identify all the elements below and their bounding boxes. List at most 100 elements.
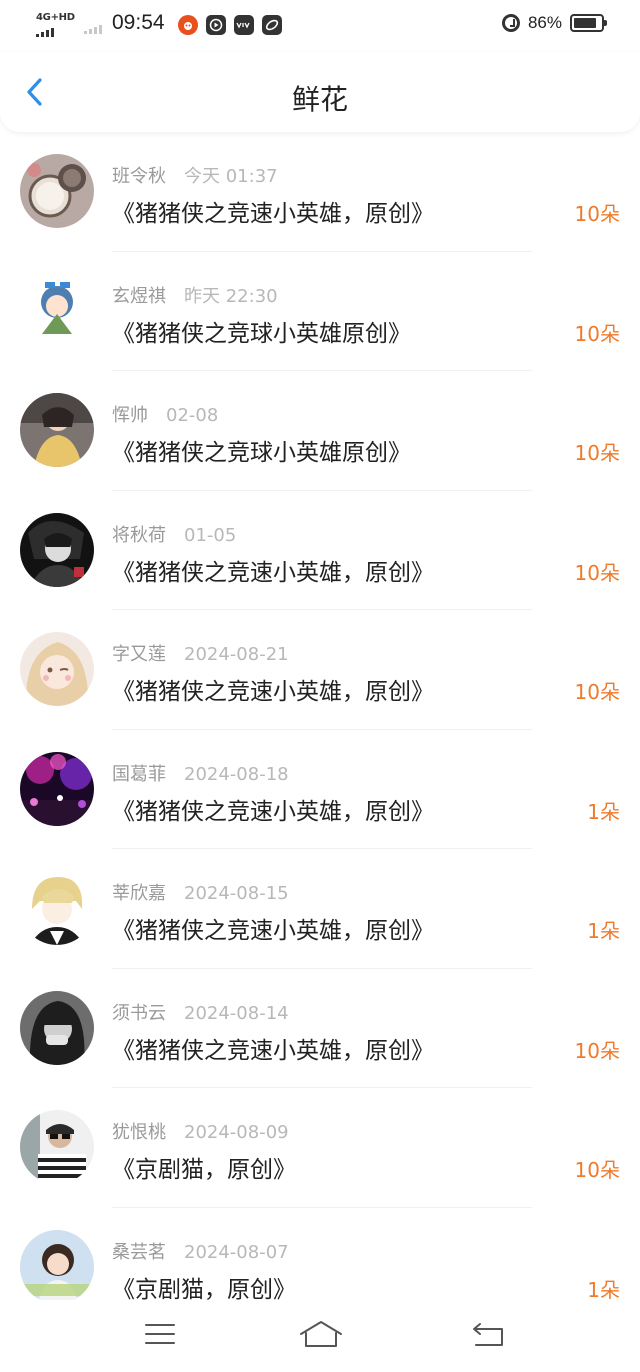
work-title[interactable]: 《猪猪侠之竞速小英雄，原创》 xyxy=(112,911,434,945)
avatar-image xyxy=(20,751,94,826)
list-item[interactable]: 班令秋 今天 01:37 《猪猪侠之竞速小英雄，原创》 10朵 xyxy=(0,132,640,252)
list-item[interactable]: 犹恨桃 2024-08-09 《京剧猫，原创》 10朵 xyxy=(0,1088,640,1208)
item-meta: 桑芸茗 2024-08-07 xyxy=(112,1238,289,1264)
flower-count: 10朵 xyxy=(574,202,620,226)
item-date: 2024-08-15 xyxy=(184,883,289,904)
avatar[interactable] xyxy=(20,871,94,945)
network-label: 4G+HD xyxy=(36,12,75,23)
avatar-image xyxy=(20,990,94,1065)
vivo-icon xyxy=(234,15,254,35)
flower-count: 10朵 xyxy=(574,321,620,346)
item-meta: 犹恨桃 2024-08-09 xyxy=(112,1118,289,1144)
work-title[interactable]: 《猪猪侠之竞球小英雄原创》 xyxy=(112,314,411,348)
item-date: 01-05 xyxy=(184,524,237,546)
item-date: 02-08 xyxy=(166,405,219,426)
status-time: 09:54 xyxy=(112,11,165,34)
notification-icons xyxy=(178,15,282,35)
user-name[interactable]: 莘欣嘉 xyxy=(112,883,166,904)
item-meta: 须书云 2024-08-14 xyxy=(112,999,289,1025)
item-meta: 玄煜祺 昨天 22:30 xyxy=(112,282,278,308)
avatar-image xyxy=(20,273,94,348)
page-title: 鲜花 xyxy=(291,83,348,116)
item-meta: 恽帅 02-08 xyxy=(112,401,218,427)
signal-2-icon xyxy=(84,24,102,34)
user-name[interactable]: 玄煜祺 xyxy=(112,286,166,307)
status-right: 86% xyxy=(501,13,607,33)
flower-list: 班令秋 今天 01:37 《猪猪侠之竞速小英雄，原创》 10朵 玄煜祺 昨天 22:30 《… xyxy=(0,132,640,1327)
work-title[interactable]: 《猪猪侠之竞速小英雄，原创》 xyxy=(112,553,434,587)
avatar[interactable] xyxy=(20,512,94,587)
flower-count: 10朵 xyxy=(574,560,620,585)
status-bar: 4G+HD 09:54 86% xyxy=(0,0,640,52)
menu-icon xyxy=(145,1324,175,1344)
alarm-icon xyxy=(501,14,520,32)
back-icon xyxy=(473,1323,503,1346)
user-name[interactable]: 国葛菲 xyxy=(112,764,166,785)
work-title[interactable]: 《猪猪侠之竞速小英雄，原创》 xyxy=(112,792,434,826)
list-item[interactable]: 须书云 2024-08-14 《猪猪侠之竞速小英雄，原创》 10朵 xyxy=(0,969,640,1088)
item-date: 2024-08-14 xyxy=(184,1002,289,1024)
item-meta: 字又莲 2024-08-21 xyxy=(112,640,289,666)
work-title[interactable]: 《京剧猫，原创》 xyxy=(112,1150,296,1184)
work-title[interactable]: 《猪猪侠之竞球小英雄原创》 xyxy=(112,433,411,467)
flower-count: 1朵 xyxy=(587,919,620,943)
user-name[interactable]: 桑芸茗 xyxy=(112,1242,166,1263)
avatar-image xyxy=(20,632,94,706)
flower-count: 10朵 xyxy=(574,680,620,704)
home-icon xyxy=(300,1321,342,1347)
item-meta: 将秋荷 01-05 xyxy=(112,521,236,547)
avatar[interactable] xyxy=(20,1110,94,1184)
list-item[interactable]: 莘欣嘉 2024-08-15 《猪猪侠之竞速小英雄，原创》 1朵 xyxy=(0,849,640,969)
battery-fill xyxy=(574,18,597,28)
avatar[interactable] xyxy=(20,154,94,228)
item-meta: 莘欣嘉 2024-08-15 xyxy=(112,879,289,905)
user-name[interactable]: 犹恨桃 xyxy=(112,1122,166,1143)
item-meta: 国葛菲 2024-08-18 xyxy=(112,760,289,786)
battery-percent: 86% xyxy=(527,13,562,32)
flower-count: 10朵 xyxy=(574,1158,620,1182)
work-title[interactable]: 《猪猪侠之竞速小英雄，原创》 xyxy=(112,1031,434,1065)
home-button[interactable] xyxy=(298,1316,344,1352)
user-name[interactable]: 字又莲 xyxy=(112,644,166,665)
battery-icon xyxy=(570,14,607,32)
system-back-button[interactable] xyxy=(470,1316,506,1352)
avatar[interactable] xyxy=(20,1229,94,1304)
network-indicator: 4G+HD xyxy=(36,12,76,37)
avatar-image xyxy=(20,512,94,587)
list-item[interactable]: 恽帅 02-08 《猪猪侠之竞球小英雄原创》 10朵 xyxy=(0,371,640,491)
flower-count: 1朵 xyxy=(587,799,620,824)
item-date: 今天 01:37 xyxy=(184,166,278,187)
avatar[interactable] xyxy=(20,393,94,467)
video-icon xyxy=(206,15,226,35)
list-item[interactable]: 将秋荷 01-05 《猪猪侠之竞速小英雄，原创》 10朵 xyxy=(0,491,640,610)
work-title[interactable]: 《猪猪侠之竞速小英雄，原创》 xyxy=(112,672,434,706)
work-title[interactable]: 《猪猪侠之竞速小英雄，原创》 xyxy=(112,194,434,228)
list-item[interactable]: 国葛菲 2024-08-18 《猪猪侠之竞速小英雄，原创》 1朵 xyxy=(0,730,640,849)
avatar[interactable] xyxy=(20,273,94,348)
flower-count: 1朵 xyxy=(587,1277,620,1302)
user-name[interactable]: 恽帅 xyxy=(112,405,148,426)
item-date: 2024-08-21 xyxy=(184,644,289,665)
avatar[interactable] xyxy=(20,632,94,706)
avatar-image xyxy=(20,393,94,467)
bottom-nav xyxy=(0,1300,640,1372)
item-date: 2024-08-18 xyxy=(184,763,289,785)
link-icon xyxy=(262,15,282,35)
avatar-image xyxy=(20,871,94,945)
avatar-image xyxy=(20,154,94,228)
avatar[interactable] xyxy=(20,751,94,826)
avatar[interactable] xyxy=(20,990,94,1065)
work-title[interactable]: 《京剧猫，原创》 xyxy=(112,1270,296,1304)
navbar: 鲜花 xyxy=(0,52,640,132)
list-item[interactable]: 字又莲 2024-08-21 《猪猪侠之竞速小英雄，原创》 10朵 xyxy=(0,610,640,730)
flower-count: 10朵 xyxy=(574,441,620,465)
user-name[interactable]: 须书云 xyxy=(112,1003,166,1024)
item-meta: 班令秋 今天 01:37 xyxy=(112,162,278,188)
avatar-image xyxy=(20,1229,94,1304)
user-name[interactable]: 将秋荷 xyxy=(112,525,166,546)
avatar-image xyxy=(20,1110,94,1184)
item-date: 2024-08-07 xyxy=(184,1241,289,1263)
menu-button[interactable] xyxy=(142,1316,178,1352)
list-item[interactable]: 玄煜祺 昨天 22:30 《猪猪侠之竞球小英雄原创》 10朵 xyxy=(0,252,640,371)
user-name[interactable]: 班令秋 xyxy=(112,166,166,187)
